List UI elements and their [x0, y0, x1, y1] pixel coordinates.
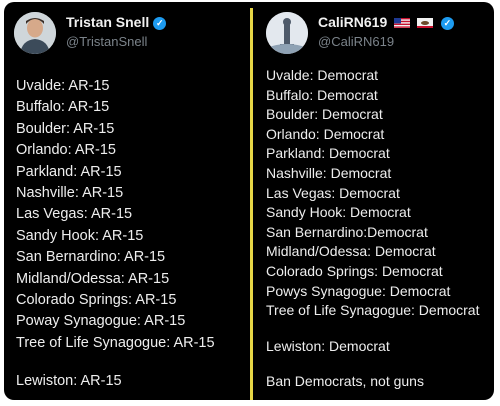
us-flag-icon	[394, 18, 411, 29]
tweet-line: Lewiston: AR-15	[16, 373, 122, 390]
tweet-line: Uvalde: AR-15	[16, 78, 110, 94]
left-display-name[interactable]: Tristan Snell ✓	[66, 14, 167, 30]
divider-bar	[250, 8, 253, 400]
screenshot-frame: Tristan Snell ✓ @TristanSnell Uvalde: AR-…	[4, 2, 494, 400]
left-tweet-body: Uvalde: AR-15 Buffalo: AR-15 Boulder: AR…	[16, 76, 248, 393]
right-handle[interactable]: @CaliRN619	[318, 34, 394, 49]
tweet-line: Colorado Springs: Democrat	[266, 262, 443, 279]
left-display-name-text: Tristan Snell	[66, 14, 150, 30]
right-tweet-header: CaliRN619 ✓ @CaliRN619	[264, 10, 494, 56]
left-tweet: Tristan Snell ✓ @TristanSnell Uvalde: AR-…	[4, 2, 248, 400]
tweet-line: San Bernardino: AR-15	[16, 249, 166, 266]
tweet-line: Colorado Springs: AR-15	[16, 292, 177, 309]
left-handle[interactable]: @TristanSnell	[66, 34, 147, 49]
left-tweet-header: Tristan Snell ✓ @TristanSnell	[12, 10, 248, 56]
tweet-line: Midland/Odessa: AR-15	[16, 270, 170, 287]
right-tweet-body: Uvalde: Democrat Buffalo: Democrat Bould…	[266, 66, 494, 392]
person-avatar-icon	[14, 12, 56, 54]
california-flag-icon	[417, 18, 434, 29]
left-avatar[interactable]	[14, 12, 56, 54]
right-display-name-text: CaliRN619	[318, 14, 388, 30]
tweet-line: Ban Democrats, not guns	[266, 373, 424, 390]
tweet-line: Uvalde: Democrat	[266, 67, 379, 83]
tweet-line: Buffalo: Democrat	[266, 86, 378, 103]
tweet-line: Boulder: Democrat	[266, 106, 383, 123]
tweet-line: Midland/Odessa: Democrat	[266, 243, 436, 260]
tweet-line: Boulder: AR-15	[16, 120, 115, 137]
tweet-line: Orlando: AR-15	[16, 142, 116, 159]
verified-badge-icon: ✓	[153, 17, 167, 30]
tweet-line: Orlando: Democrat	[266, 125, 385, 142]
right-avatar[interactable]	[266, 12, 308, 54]
tweet-line: Parkland: Democrat	[266, 145, 390, 162]
tweet-line: Nashville: AR-15	[16, 185, 124, 202]
tweet-line: Sandy Hook: AR-15	[16, 227, 144, 244]
statue-avatar-icon	[266, 12, 308, 54]
tweet-line: Powys Synagogue: Democrat	[266, 282, 451, 299]
tweet-line: Nashville: Democrat	[266, 164, 392, 181]
tweet-line: Tree of Life Synagogue: Democrat	[266, 302, 480, 319]
tweet-line: San Bernardino:Democrat	[266, 223, 428, 240]
tweet-line: Parkland: AR-15	[16, 163, 122, 180]
tweet-line: Sandy Hook: Democrat	[266, 204, 411, 221]
tweet-line: Buffalo: AR-15	[16, 99, 110, 116]
verified-badge-icon: ✓	[440, 17, 454, 30]
right-display-name[interactable]: CaliRN619 ✓	[318, 14, 454, 30]
tweet-line: Poway Synagogue: AR-15	[16, 313, 186, 330]
tweet-line: Las Vegas: Democrat	[266, 184, 400, 201]
right-tweet: CaliRN619 ✓ @CaliRN619 Uvalde: Democrat …	[256, 2, 494, 400]
tweet-line: Tree of Life Synagogue: AR-15	[16, 334, 215, 351]
tweet-line: Lewiston: Democrat	[266, 337, 390, 354]
tweet-line: Las Vegas: AR-15	[16, 206, 133, 223]
